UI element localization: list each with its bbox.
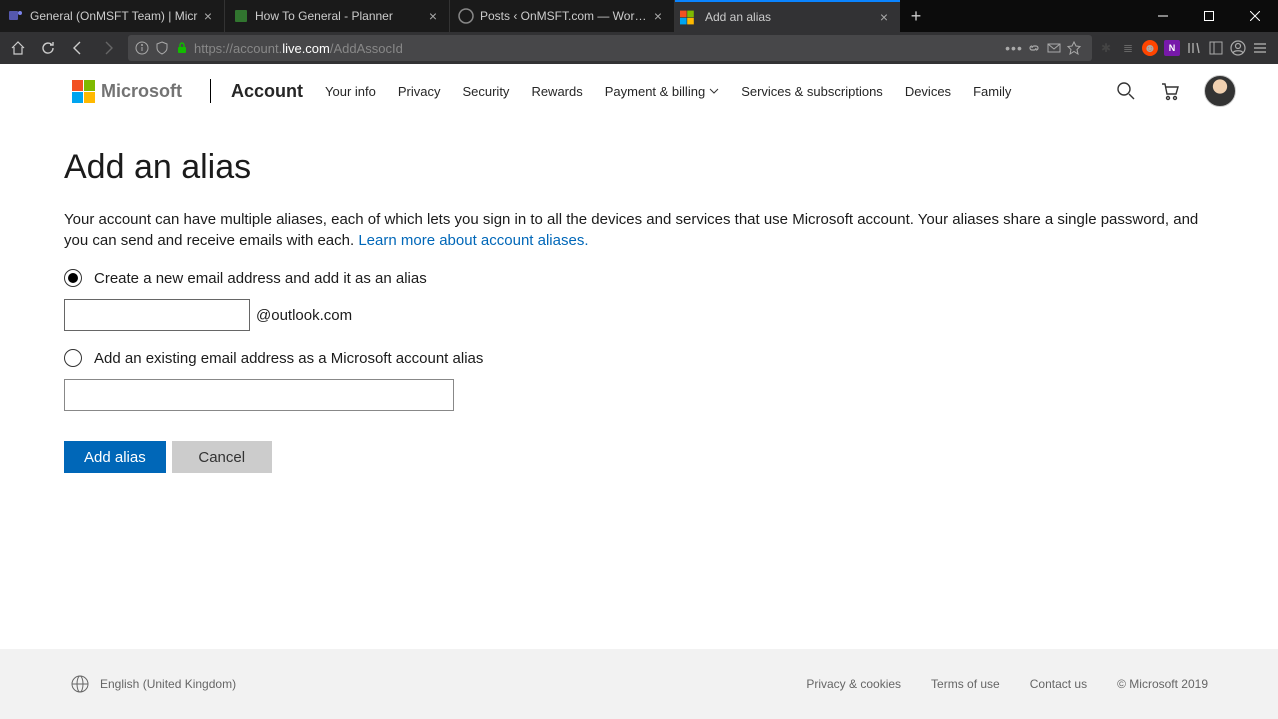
- ms-nav: Account Your info Privacy Security Rewar…: [231, 81, 1011, 102]
- footer-privacy[interactable]: Privacy & cookies: [806, 677, 901, 691]
- ext-onenote-icon[interactable]: N: [1164, 40, 1180, 56]
- ms-wordmark: Microsoft: [101, 81, 182, 102]
- ms-logo-icon: [72, 80, 95, 103]
- home-button[interactable]: [4, 34, 32, 62]
- chevron-down-icon: [709, 86, 719, 96]
- new-email-input[interactable]: [64, 299, 250, 331]
- footer-language[interactable]: English (United Kingdom): [70, 674, 236, 694]
- new-email-row: @outlook.com: [64, 299, 1218, 331]
- radio-button[interactable]: [64, 269, 82, 287]
- nav-security[interactable]: Security: [462, 84, 509, 99]
- maximize-button[interactable]: [1186, 0, 1232, 32]
- page: Microsoft Account Your info Privacy Secu…: [0, 64, 1278, 719]
- library-icon[interactable]: [1186, 40, 1202, 56]
- tab-add-alias[interactable]: Add an alias ×: [675, 0, 900, 32]
- nav-account[interactable]: Account: [231, 81, 303, 102]
- tab-wordpress[interactable]: Posts ‹ OnMSFT.com — WordPress ×: [450, 0, 675, 32]
- radio-button[interactable]: [64, 349, 82, 367]
- radio-existing[interactable]: Add an existing email address as a Micro…: [64, 349, 1218, 367]
- minimize-button[interactable]: [1140, 0, 1186, 32]
- microsoft-logo[interactable]: Microsoft: [72, 80, 182, 103]
- extension-icons: ✱ ≣ ☻ N: [1098, 40, 1274, 56]
- teams-icon: [8, 8, 24, 24]
- close-icon[interactable]: ×: [650, 8, 666, 24]
- forward-button[interactable]: [94, 34, 122, 62]
- lock-icon[interactable]: [174, 40, 190, 56]
- nav-payment[interactable]: Payment & billing: [605, 84, 719, 99]
- nav-family[interactable]: Family: [973, 84, 1011, 99]
- button-row: Add alias Cancel: [64, 441, 1218, 473]
- close-icon[interactable]: ×: [425, 8, 441, 24]
- header-actions: [1116, 75, 1236, 107]
- sidebar-icon[interactable]: [1208, 40, 1224, 56]
- cancel-button[interactable]: Cancel: [172, 441, 272, 473]
- radio-label[interactable]: Create a new email address and add it as…: [94, 270, 427, 287]
- close-window-button[interactable]: [1232, 0, 1278, 32]
- footer-copyright: © Microsoft 2019: [1117, 677, 1208, 691]
- browser-toolbar: https://account.live.com/AddAssocId ••• …: [0, 32, 1278, 64]
- avatar[interactable]: [1204, 75, 1236, 107]
- ext-icon[interactable]: ✱: [1098, 40, 1114, 56]
- footer-contact[interactable]: Contact us: [1030, 677, 1087, 691]
- cart-icon[interactable]: [1160, 81, 1180, 101]
- globe-icon: [70, 674, 90, 694]
- ext-icon[interactable]: ≣: [1120, 40, 1136, 56]
- close-icon[interactable]: ×: [876, 9, 892, 25]
- main-content: Add an alias Your account can have multi…: [0, 118, 1278, 649]
- ext-reddit-icon[interactable]: ☻: [1142, 40, 1158, 56]
- radio-create-new[interactable]: Create a new email address and add it as…: [64, 269, 1218, 287]
- email-suffix: @outlook.com: [256, 307, 352, 324]
- divider: [210, 79, 211, 103]
- existing-email-row: [64, 379, 1218, 411]
- bookmark-icon[interactable]: [1066, 40, 1082, 56]
- mail-icon[interactable]: [1046, 40, 1062, 56]
- footer-terms[interactable]: Terms of use: [931, 677, 1000, 691]
- learn-more-link[interactable]: Learn more about account aliases.: [358, 232, 588, 249]
- page-title: Add an alias: [64, 148, 1218, 187]
- desc-text: Your account can have multiple aliases, …: [64, 211, 1198, 249]
- account-icon[interactable]: [1230, 40, 1246, 56]
- tab-title: Posts ‹ OnMSFT.com — WordPress: [480, 9, 650, 23]
- reload-button[interactable]: [34, 34, 62, 62]
- ms-header: Microsoft Account Your info Privacy Secu…: [0, 64, 1278, 118]
- tab-planner[interactable]: How To General - Planner ×: [225, 0, 450, 32]
- footer-links: Privacy & cookies Terms of use Contact u…: [806, 677, 1208, 691]
- existing-email-input[interactable]: [64, 379, 454, 411]
- back-button[interactable]: [64, 34, 92, 62]
- tab-title: How To General - Planner: [255, 9, 425, 23]
- search-icon[interactable]: [1116, 81, 1136, 101]
- planner-icon: [233, 8, 249, 24]
- tab-strip: General (OnMSFT Team) | Micr × How To Ge…: [0, 0, 1140, 32]
- info-icon[interactable]: [134, 40, 150, 56]
- page-description: Your account can have multiple aliases, …: [64, 209, 1218, 251]
- url-text: https://account.live.com/AddAssocId: [194, 41, 1006, 56]
- link-icon[interactable]: [1026, 40, 1042, 56]
- new-tab-button[interactable]: +: [900, 0, 932, 32]
- language-label: English (United Kingdom): [100, 677, 236, 691]
- shield-icon[interactable]: [154, 40, 170, 56]
- tab-title: Add an alias: [705, 10, 876, 24]
- footer: English (United Kingdom) Privacy & cooki…: [0, 649, 1278, 719]
- close-icon[interactable]: ×: [200, 8, 216, 24]
- nav-services[interactable]: Services & subscriptions: [741, 84, 883, 99]
- nav-privacy[interactable]: Privacy: [398, 84, 441, 99]
- microsoft-icon: [683, 9, 699, 25]
- nav-devices[interactable]: Devices: [905, 84, 951, 99]
- nav-rewards[interactable]: Rewards: [531, 84, 582, 99]
- url-bar[interactable]: https://account.live.com/AddAssocId •••: [128, 35, 1092, 61]
- wordpress-icon: [458, 8, 474, 24]
- menu-icon[interactable]: [1252, 40, 1268, 56]
- add-alias-button[interactable]: Add alias: [64, 441, 166, 473]
- browser-titlebar: General (OnMSFT Team) | Micr × How To Ge…: [0, 0, 1278, 32]
- tab-teams[interactable]: General (OnMSFT Team) | Micr ×: [0, 0, 225, 32]
- nav-yourinfo[interactable]: Your info: [325, 84, 376, 99]
- radio-label[interactable]: Add an existing email address as a Micro…: [94, 350, 483, 367]
- window-controls: [1140, 0, 1278, 32]
- more-icon[interactable]: •••: [1006, 40, 1022, 56]
- nav-payment-label: Payment & billing: [605, 84, 705, 99]
- tab-title: General (OnMSFT Team) | Micr: [30, 9, 200, 23]
